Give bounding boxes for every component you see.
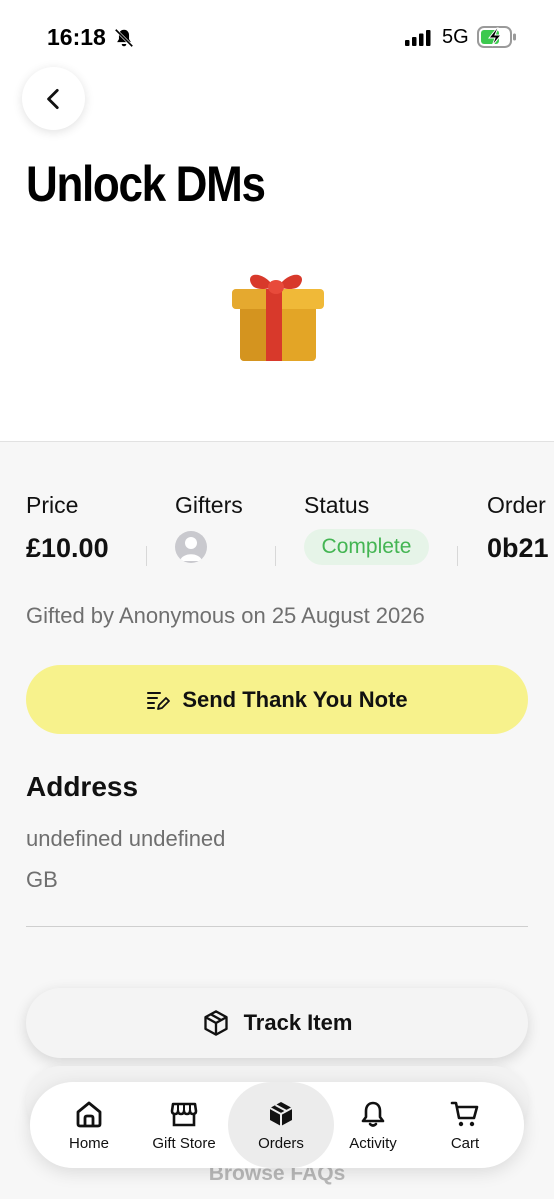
price-label: Price [26,492,79,518]
gifters-label: Gifters [175,492,243,518]
battery-charging-icon [477,26,516,48]
order-value: 0b21 [487,533,549,563]
tab-home-label: Home [68,1134,109,1152]
package-icon [203,1010,228,1036]
cart-icon [450,1101,479,1126]
note-pencil-icon [147,691,171,710]
home-icon [76,1101,102,1127]
network-type: 5G [442,26,469,48]
bell-icon [361,1101,385,1127]
price-value: £10.00 [26,533,109,563]
package-icon [269,1101,293,1126]
address-heading: Address [26,771,139,802]
gift-icon [232,274,324,361]
signal-icon [405,30,431,46]
gifted-by-text: Gifted by Anonymous on 25 August 2026 [26,603,425,628]
bell-off-icon [114,28,134,48]
address-line-2: GB [26,867,58,892]
status-label: Status [304,492,370,518]
bottom-tab-bar: Home Gift Store Orders Activity Cart [30,1082,524,1168]
gifter-avatar[interactable] [175,531,207,563]
track-item-label: Track Item [243,1010,353,1035]
status-badge: Complete [304,529,429,565]
tab-gift-store[interactable]: Gift Store [142,1082,226,1168]
section-divider [26,926,528,927]
tab-gift-store-label: Gift Store [152,1134,216,1152]
tab-orders[interactable]: Orders [228,1082,334,1168]
store-icon [170,1102,198,1126]
back-button[interactable] [22,67,85,130]
tab-home[interactable]: Home [50,1082,128,1168]
chevron-left-icon [46,88,59,109]
tab-orders-label: Orders [258,1134,304,1152]
divider [275,546,276,566]
send-thank-you-label: Send Thank You Note [182,686,408,712]
send-thank-you-button[interactable]: Send Thank You Note [26,665,528,734]
divider [457,546,458,566]
tab-activity[interactable]: Activity [336,1082,410,1168]
divider [146,546,147,566]
person-icon [180,537,202,561]
tab-cart[interactable]: Cart [432,1082,498,1168]
order-label: Order [487,492,546,518]
tab-activity-label: Activity [349,1134,397,1152]
address-line-1: undefined undefined [26,826,226,851]
status-bar: 16:18 5G [0,0,554,72]
track-item-button[interactable]: Track Item [26,988,528,1058]
page-title: Unlock DMs [26,156,266,212]
status-time: 16:18 [47,24,106,50]
order-stats: Price £10.00 Gifters Status Order 0b21 [0,480,554,580]
tab-cart-label: Cart [450,1134,480,1152]
